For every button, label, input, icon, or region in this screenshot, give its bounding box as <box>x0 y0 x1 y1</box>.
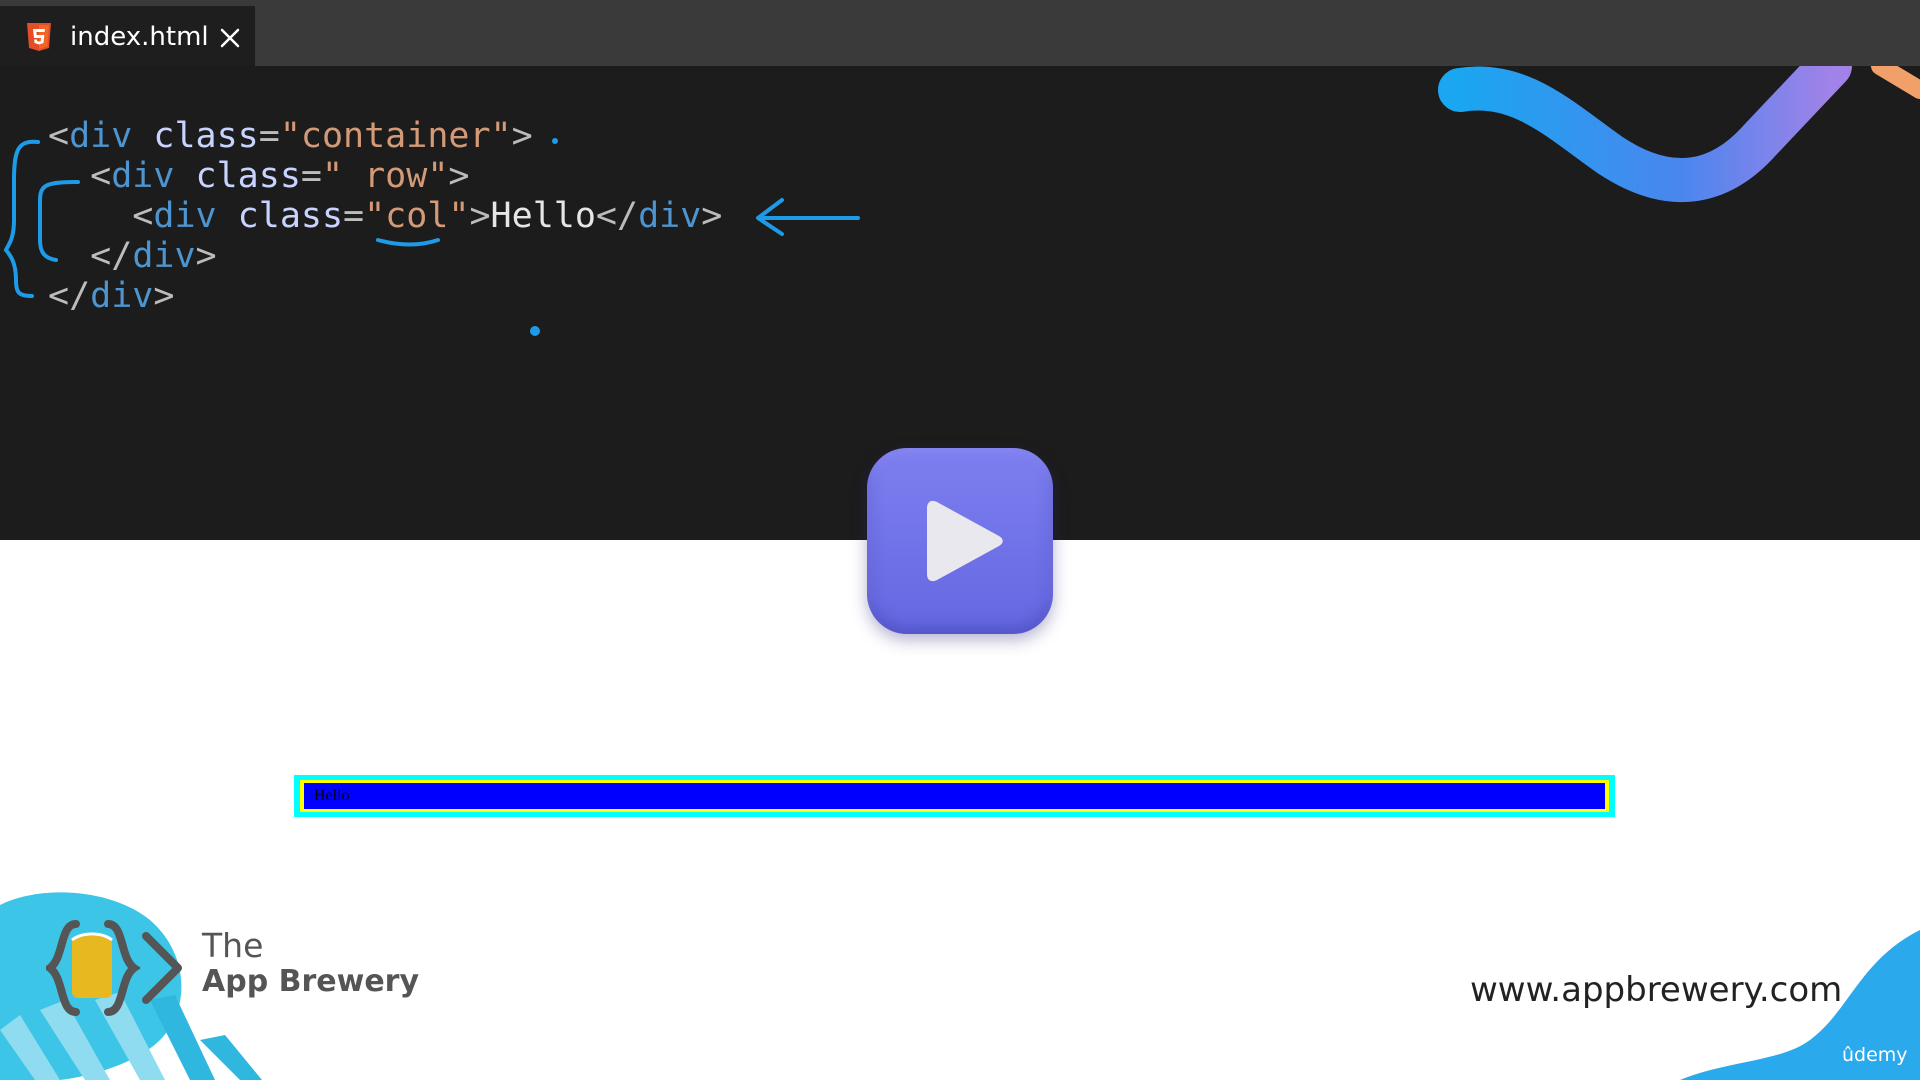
editor-tab-bar: index.html <box>0 0 1920 66</box>
brand-name: App Brewery <box>202 964 420 999</box>
app-brewery-logo-icon <box>46 920 182 1016</box>
play-button[interactable] <box>867 448 1053 634</box>
tab-index-html[interactable]: index.html <box>0 6 255 66</box>
close-icon[interactable] <box>220 28 240 48</box>
rendered-row: Hello <box>294 775 1615 817</box>
brand-the: The <box>202 926 264 965</box>
play-icon <box>927 500 1003 582</box>
code-line-2: <div class=" row"> <box>90 156 470 196</box>
code-line-5: </div> <box>48 276 175 316</box>
code-line-3: <div class="col">Hello</div> <box>132 196 723 236</box>
html5-icon <box>27 23 51 51</box>
site-url: www.appbrewery.com <box>1470 970 1843 1010</box>
rendered-col: Hello <box>304 783 1605 809</box>
rendered-col-text: Hello <box>314 787 350 804</box>
rendered-row-padding: Hello <box>300 780 1609 812</box>
udemy-watermark: ûdemy <box>1842 1044 1908 1066</box>
code-line-4: </div> <box>90 236 217 276</box>
tab-title: index.html <box>70 22 209 52</box>
code-line-1: <div class="container"> <box>48 116 533 156</box>
